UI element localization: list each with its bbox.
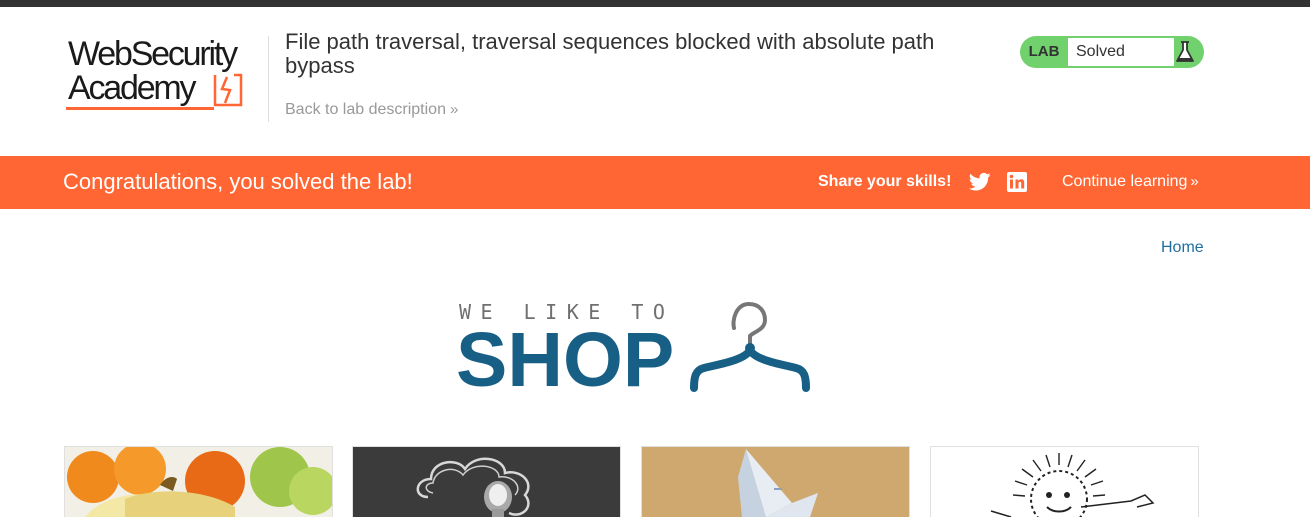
logo-line2: Academy xyxy=(68,69,197,107)
lab-status-label: LAB xyxy=(1028,43,1060,60)
continue-learning-link[interactable]: Continue learning» xyxy=(1062,173,1199,191)
hanger-icon xyxy=(690,301,810,392)
header-divider xyxy=(268,36,269,122)
product-card[interactable] xyxy=(352,446,621,517)
shop-wordmark: SHOP xyxy=(456,317,675,403)
share-skills-label: Share your skills! xyxy=(818,173,952,190)
shop-logo: WE LIKE TO SHOP xyxy=(456,296,816,403)
continue-learning-label: Continue learning xyxy=(1062,173,1188,190)
product-card[interactable] xyxy=(930,446,1199,517)
academy-lightning-icon xyxy=(213,73,243,107)
sun-drawing xyxy=(931,447,1198,517)
lab-title: File path traversal, traversal sequences… xyxy=(285,29,935,78)
back-link-label: Back to lab description xyxy=(285,101,446,118)
lab-header: WebSecurity Academy File path traversal,… xyxy=(0,7,1310,156)
chevron-right-icon: » xyxy=(449,101,459,118)
fruit-photo xyxy=(65,447,332,517)
product-card[interactable] xyxy=(641,446,910,517)
congratulations-message: Congratulations, you solved the lab! xyxy=(63,169,413,194)
chevron-right-icon: » xyxy=(1190,173,1199,190)
top-bar xyxy=(0,0,1310,7)
logo-line1: WebSecurity xyxy=(68,35,238,73)
product-card[interactable] xyxy=(64,446,333,517)
back-to-description-link[interactable]: Back to lab description» xyxy=(285,101,459,119)
lab-status-value: Solved xyxy=(1068,38,1174,66)
logo-underline xyxy=(66,107,214,110)
twitter-icon[interactable] xyxy=(969,172,991,192)
linkedin-icon[interactable] xyxy=(1007,172,1027,192)
paper-boat-photo xyxy=(642,447,909,517)
flask-icon xyxy=(1166,36,1204,68)
lab-status-widget: LAB Solved xyxy=(1020,36,1204,68)
chalk-lightbulb-photo xyxy=(353,447,620,517)
solved-banner: Congratulations, you solved the lab! Sha… xyxy=(0,156,1310,209)
academy-logo[interactable]: WebSecurity Academy xyxy=(64,35,270,119)
home-link[interactable]: Home xyxy=(1161,239,1204,257)
